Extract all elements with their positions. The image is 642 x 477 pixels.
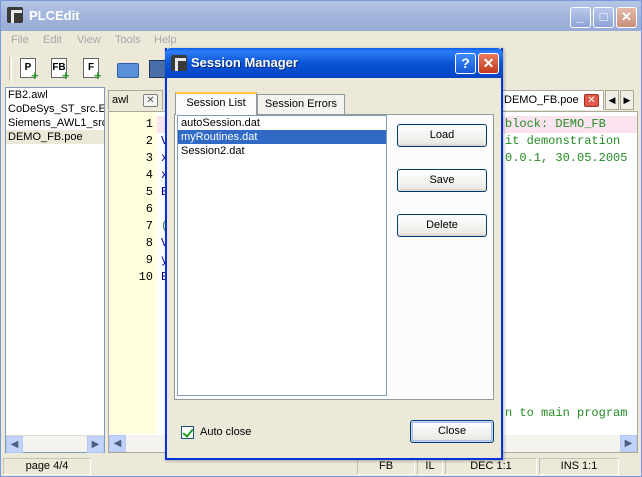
dialog-app-icon	[171, 55, 187, 71]
save-button[interactable]: Save	[397, 169, 487, 192]
tab-demo-fb-label: DEMO_FB.poe	[504, 94, 579, 106]
scroll-right-icon[interactable]: ▶	[620, 435, 637, 452]
auto-close-checkbox[interactable]	[181, 426, 194, 439]
status-position: DEC 1:1	[445, 458, 537, 475]
session-list-panel: autoSession.dat myRoutines.dat Session2.…	[174, 114, 494, 400]
line-number-gutter: 1 2 3 4 5 6 7 8 9 10	[109, 112, 157, 434]
tab-close-icon[interactable]: ✕	[143, 94, 158, 107]
tab-awl[interactable]: awl ✕	[108, 90, 163, 110]
auto-close-label: Auto close	[200, 426, 252, 438]
scroll-left-icon[interactable]: ◀	[109, 435, 126, 452]
menu-view[interactable]: View	[77, 34, 101, 46]
file-list-item[interactable]: Siemens_AWL1_src.awl	[6, 116, 104, 130]
main-titlebar[interactable]: PLCEdit _ □ ✕	[1, 1, 641, 31]
plus-icon: +	[31, 68, 39, 83]
line-number: 8	[145, 236, 153, 250]
tab-awl-label: awl	[112, 94, 129, 106]
session-manager-dialog: Session Manager ? ✕ Session List Session…	[165, 48, 503, 460]
app-icon	[7, 7, 23, 23]
session-list-item[interactable]: Session2.dat	[178, 144, 386, 158]
toolbar-separator	[9, 57, 12, 81]
file-list-item-selected[interactable]: DEMO_FB.poe	[6, 130, 104, 144]
status-mode: INS 1:1	[539, 458, 619, 475]
dialog-titlebar[interactable]: Session Manager ? ✕	[165, 48, 503, 78]
menu-edit[interactable]: Edit	[43, 34, 62, 46]
session-list-item-selected[interactable]: myRoutines.dat	[178, 130, 386, 144]
code-line-comment: n to main program	[505, 406, 628, 420]
tab-close-icon[interactable]: ✕	[584, 94, 599, 107]
new-p-file-icon[interactable]: P +	[17, 57, 41, 83]
help-button[interactable]: ?	[455, 53, 476, 74]
file-list-item[interactable]: CoDeSys_ST_src.EXP	[6, 102, 104, 116]
code-line-3: 0.0.1, 30.05.2005	[505, 151, 628, 165]
close-window-button[interactable]: ✕	[616, 7, 637, 28]
plus-icon: +	[62, 68, 70, 83]
tab-prev-icon[interactable]: ◀	[605, 90, 619, 110]
plus-icon: +	[94, 68, 102, 83]
tab-demo-fb[interactable]: DEMO_FB.poe ✕	[501, 90, 604, 110]
line-number: 9	[145, 253, 153, 267]
delete-button[interactable]: Delete	[397, 214, 487, 237]
code-line-1: block: DEMO_FB	[505, 117, 606, 131]
file-list[interactable]: FB2.awl CoDeSys_ST_src.EXP Siemens_AWL1_…	[5, 87, 105, 453]
folder-shape	[117, 63, 139, 78]
session-list[interactable]: autoSession.dat myRoutines.dat Session2.…	[177, 115, 387, 396]
dialog-close-icon[interactable]: ✕	[478, 53, 499, 74]
status-type: FB	[357, 458, 415, 475]
load-button[interactable]: Load	[397, 124, 487, 147]
window-title: PLCEdit	[29, 8, 80, 23]
new-fb-file-icon[interactable]: FB +	[48, 57, 72, 83]
status-page: page 4/4	[3, 458, 91, 475]
status-language: IL	[417, 458, 443, 475]
line-number: 4	[145, 168, 153, 182]
line-number: 1	[145, 117, 153, 131]
menu-tools[interactable]: Tools	[115, 34, 141, 46]
open-folder-icon[interactable]	[115, 57, 139, 81]
tab-session-list[interactable]: Session List	[175, 92, 257, 115]
close-button[interactable]: Close	[410, 420, 494, 443]
scroll-right-icon[interactable]: ▶	[87, 436, 104, 453]
line-number: 6	[145, 202, 153, 216]
tab-session-errors[interactable]: Session Errors	[257, 94, 345, 114]
minimize-button[interactable]: _	[570, 7, 591, 28]
line-number: 5	[145, 185, 153, 199]
session-list-item[interactable]: autoSession.dat	[178, 116, 386, 130]
menu-help[interactable]: Help	[154, 34, 177, 46]
line-number: 2	[145, 134, 153, 148]
code-line-2: it demonstration	[505, 134, 621, 148]
menu-file[interactable]: File	[11, 34, 29, 46]
file-list-item[interactable]: FB2.awl	[6, 88, 104, 102]
dialog-title: Session Manager	[191, 55, 298, 70]
file-list-hscrollbar[interactable]: ◀ ▶	[6, 435, 104, 453]
line-number: 3	[145, 151, 153, 165]
new-f-file-icon[interactable]: F +	[80, 57, 104, 83]
line-number: 10	[138, 270, 153, 284]
scroll-left-icon[interactable]: ◀	[6, 436, 23, 453]
maximize-button[interactable]: □	[593, 7, 614, 28]
line-number: 7	[145, 219, 153, 233]
tab-next-icon[interactable]: ▶	[620, 90, 634, 110]
